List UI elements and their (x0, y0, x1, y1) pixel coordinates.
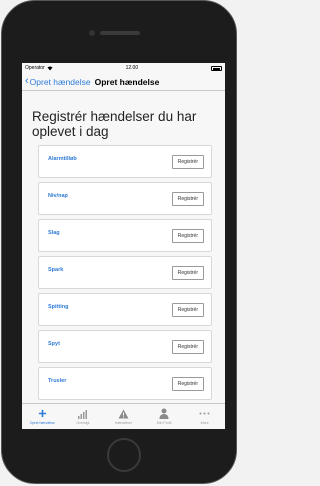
page-heading: Registrér hændelser du har oplevet i dag (32, 109, 197, 139)
chevron-left-icon: ‹ (25, 75, 29, 87)
tab-opret-haendelse[interactable]: Opret hændelse (24, 407, 60, 425)
incident-label: Spyt (48, 340, 60, 347)
incident-row-niv-nap: Niv/nap Registrér (38, 182, 212, 215)
incident-label: Spark (48, 266, 64, 273)
incident-row-trusler: Trusler Registrér (38, 367, 212, 400)
navigation-bar: ‹ Opret hændelse Opret hændelse (22, 73, 225, 91)
register-button[interactable]: Registrér (171, 154, 204, 169)
incident-label: Alarmtilløb (48, 155, 77, 162)
incident-label: Niv/nap (48, 192, 68, 199)
tab-more[interactable]: More (187, 407, 223, 425)
home-button[interactable] (107, 438, 141, 472)
register-button[interactable]: Registrér (171, 265, 204, 280)
tab-label: Opret hændelse (29, 421, 55, 425)
incident-label: Slag (48, 229, 60, 236)
tab-bar: Opret hændelse Oversigt Hændelser Min Pr… (22, 403, 225, 429)
incident-row-slag: Slag Registrér (38, 219, 212, 252)
status-bar: Operator 12.00 (22, 63, 225, 73)
status-left: Operator (25, 65, 53, 71)
incident-row-spyt: Spyt Registrér (38, 330, 212, 363)
main-content: Registrér hændelser du har oplevet i dag… (22, 91, 225, 400)
incident-label: Spitting (48, 303, 69, 310)
battery-icon (211, 65, 222, 71)
incident-row-spark: Spark Registrér (38, 256, 212, 289)
wifi-icon (47, 66, 53, 70)
register-button[interactable]: Registrér (171, 339, 204, 354)
speaker (100, 31, 140, 35)
carrier-label: Operator (25, 65, 45, 71)
back-button[interactable]: ‹ Opret hændelse (25, 76, 91, 87)
camera (89, 30, 95, 36)
screen: Operator 12.00 ‹ Opret hændelse Opret hæ… (22, 63, 225, 429)
tab-haendelser[interactable]: Hændelser (105, 407, 141, 425)
person-icon (159, 407, 169, 420)
incident-label: Trusler (48, 377, 67, 384)
tab-label: Hændelser (114, 421, 133, 425)
bar-chart-icon (77, 407, 88, 420)
register-button[interactable]: Registrér (171, 228, 204, 243)
back-button-label: Opret hændelse (29, 76, 91, 87)
tab-label: More (200, 421, 209, 425)
plus-icon (38, 407, 47, 420)
warning-icon (118, 407, 129, 420)
tab-label: Oversigt (76, 421, 90, 425)
tab-oversigt[interactable]: Oversigt (65, 407, 101, 425)
tab-label: Min Profil (156, 421, 172, 425)
nav-title: Opret hændelse (94, 76, 160, 87)
register-button[interactable]: Registrér (171, 302, 204, 317)
register-button[interactable]: Registrér (171, 376, 204, 391)
more-icon (199, 407, 210, 420)
register-button[interactable]: Registrér (171, 191, 204, 206)
phone-frame: Operator 12.00 ‹ Opret hændelse Opret hæ… (1, 0, 237, 484)
incident-list: Alarmtilløb Registrér Niv/nap Registrér … (22, 145, 225, 400)
tab-min-profil[interactable]: Min Profil (146, 407, 182, 425)
incident-row-spitting: Spitting Registrér (38, 293, 212, 326)
status-time: 12.00 (125, 65, 139, 71)
incident-row-alarmtilloeb: Alarmtilløb Registrér (38, 145, 212, 178)
